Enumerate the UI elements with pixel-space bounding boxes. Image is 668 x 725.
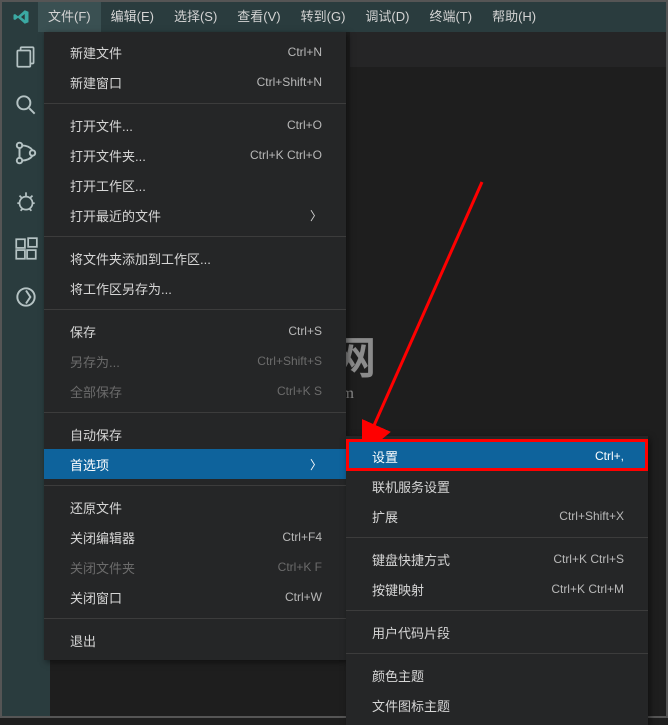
submenu-file-icon-theme[interactable]: 文件图标主题 xyxy=(346,690,648,720)
separator xyxy=(44,618,346,619)
submenu-color-theme[interactable]: 颜色主题 xyxy=(346,660,648,690)
menubar-item-view[interactable]: 查看(V) xyxy=(227,2,290,32)
menubar-item-help[interactable]: 帮助(H) xyxy=(482,2,546,32)
separator xyxy=(44,236,346,237)
search-icon[interactable] xyxy=(13,92,39,118)
menu-new-window[interactable]: 新建窗口Ctrl+Shift+N xyxy=(44,67,346,97)
menubar-item-edit[interactable]: 编辑(E) xyxy=(101,2,164,32)
activitybar xyxy=(2,32,50,716)
submenu-keyboard-shortcuts[interactable]: 键盘快捷方式Ctrl+K Ctrl+S xyxy=(346,544,648,574)
menu-exit[interactable]: 退出 xyxy=(44,625,346,655)
menu-save-workspace-as[interactable]: 将工作区另存为... xyxy=(44,273,346,303)
separator xyxy=(44,485,346,486)
menu-open-folder[interactable]: 打开文件夹...Ctrl+K Ctrl+O xyxy=(44,140,346,170)
separator xyxy=(44,309,346,310)
menu-open-file[interactable]: 打开文件...Ctrl+O xyxy=(44,110,346,140)
menu-close-folder: 关闭文件夹Ctrl+K F xyxy=(44,552,346,582)
preferences-submenu: 设置Ctrl+, 联机服务设置 扩展Ctrl+Shift+X 键盘快捷方式Ctr… xyxy=(346,436,648,725)
menu-revert-file[interactable]: 还原文件 xyxy=(44,492,346,522)
live-share-icon[interactable] xyxy=(13,284,39,310)
menu-save[interactable]: 保存Ctrl+S xyxy=(44,316,346,346)
extensions-icon[interactable] xyxy=(13,236,39,262)
separator xyxy=(44,103,346,104)
vscode-logo-icon xyxy=(12,8,30,26)
menu-open-recent[interactable]: 打开最近的文件〉 xyxy=(44,200,346,230)
menubar-item-goto[interactable]: 转到(G) xyxy=(291,2,356,32)
submenu-settings[interactable]: 设置Ctrl+, xyxy=(346,441,648,471)
menu-close-editor[interactable]: 关闭编辑器Ctrl+F4 xyxy=(44,522,346,552)
separator xyxy=(346,537,648,538)
submenu-online-settings[interactable]: 联机服务设置 xyxy=(346,471,648,501)
file-menu: 新建文件Ctrl+N 新建窗口Ctrl+Shift+N 打开文件...Ctrl+… xyxy=(44,32,346,660)
chevron-right-icon: 〉 xyxy=(310,456,322,473)
menu-preferences[interactable]: 首选项〉 xyxy=(44,449,346,479)
explorer-icon[interactable] xyxy=(13,44,39,70)
submenu-extensions[interactable]: 扩展Ctrl+Shift+X xyxy=(346,501,648,531)
menubar-item-select[interactable]: 选择(S) xyxy=(164,2,227,32)
menubar-item-terminal[interactable]: 终端(T) xyxy=(419,2,482,32)
menu-open-workspace[interactable]: 打开工作区... xyxy=(44,170,346,200)
menu-add-folder[interactable]: 将文件夹添加到工作区... xyxy=(44,243,346,273)
submenu-user-snippets[interactable]: 用户代码片段 xyxy=(346,617,648,647)
source-control-icon[interactable] xyxy=(13,140,39,166)
menu-save-as: 另存为...Ctrl+Shift+S xyxy=(44,346,346,376)
menubar-item-file[interactable]: 文件(F) xyxy=(38,2,101,32)
separator xyxy=(346,653,648,654)
debug-icon[interactable] xyxy=(13,188,39,214)
menu-new-file[interactable]: 新建文件Ctrl+N xyxy=(44,37,346,67)
menu-autosave[interactable]: 自动保存 xyxy=(44,419,346,449)
separator xyxy=(346,610,648,611)
menubar: 文件(F) 编辑(E) 选择(S) 查看(V) 转到(G) 调试(D) 终端(T… xyxy=(2,2,666,32)
menu-close-window[interactable]: 关闭窗口Ctrl+W xyxy=(44,582,346,612)
menu-save-all: 全部保存Ctrl+K S xyxy=(44,376,346,406)
submenu-keymaps[interactable]: 按键映射Ctrl+K Ctrl+M xyxy=(346,574,648,604)
menubar-item-debug[interactable]: 调试(D) xyxy=(355,2,419,32)
separator xyxy=(44,412,346,413)
chevron-right-icon: 〉 xyxy=(310,207,322,224)
